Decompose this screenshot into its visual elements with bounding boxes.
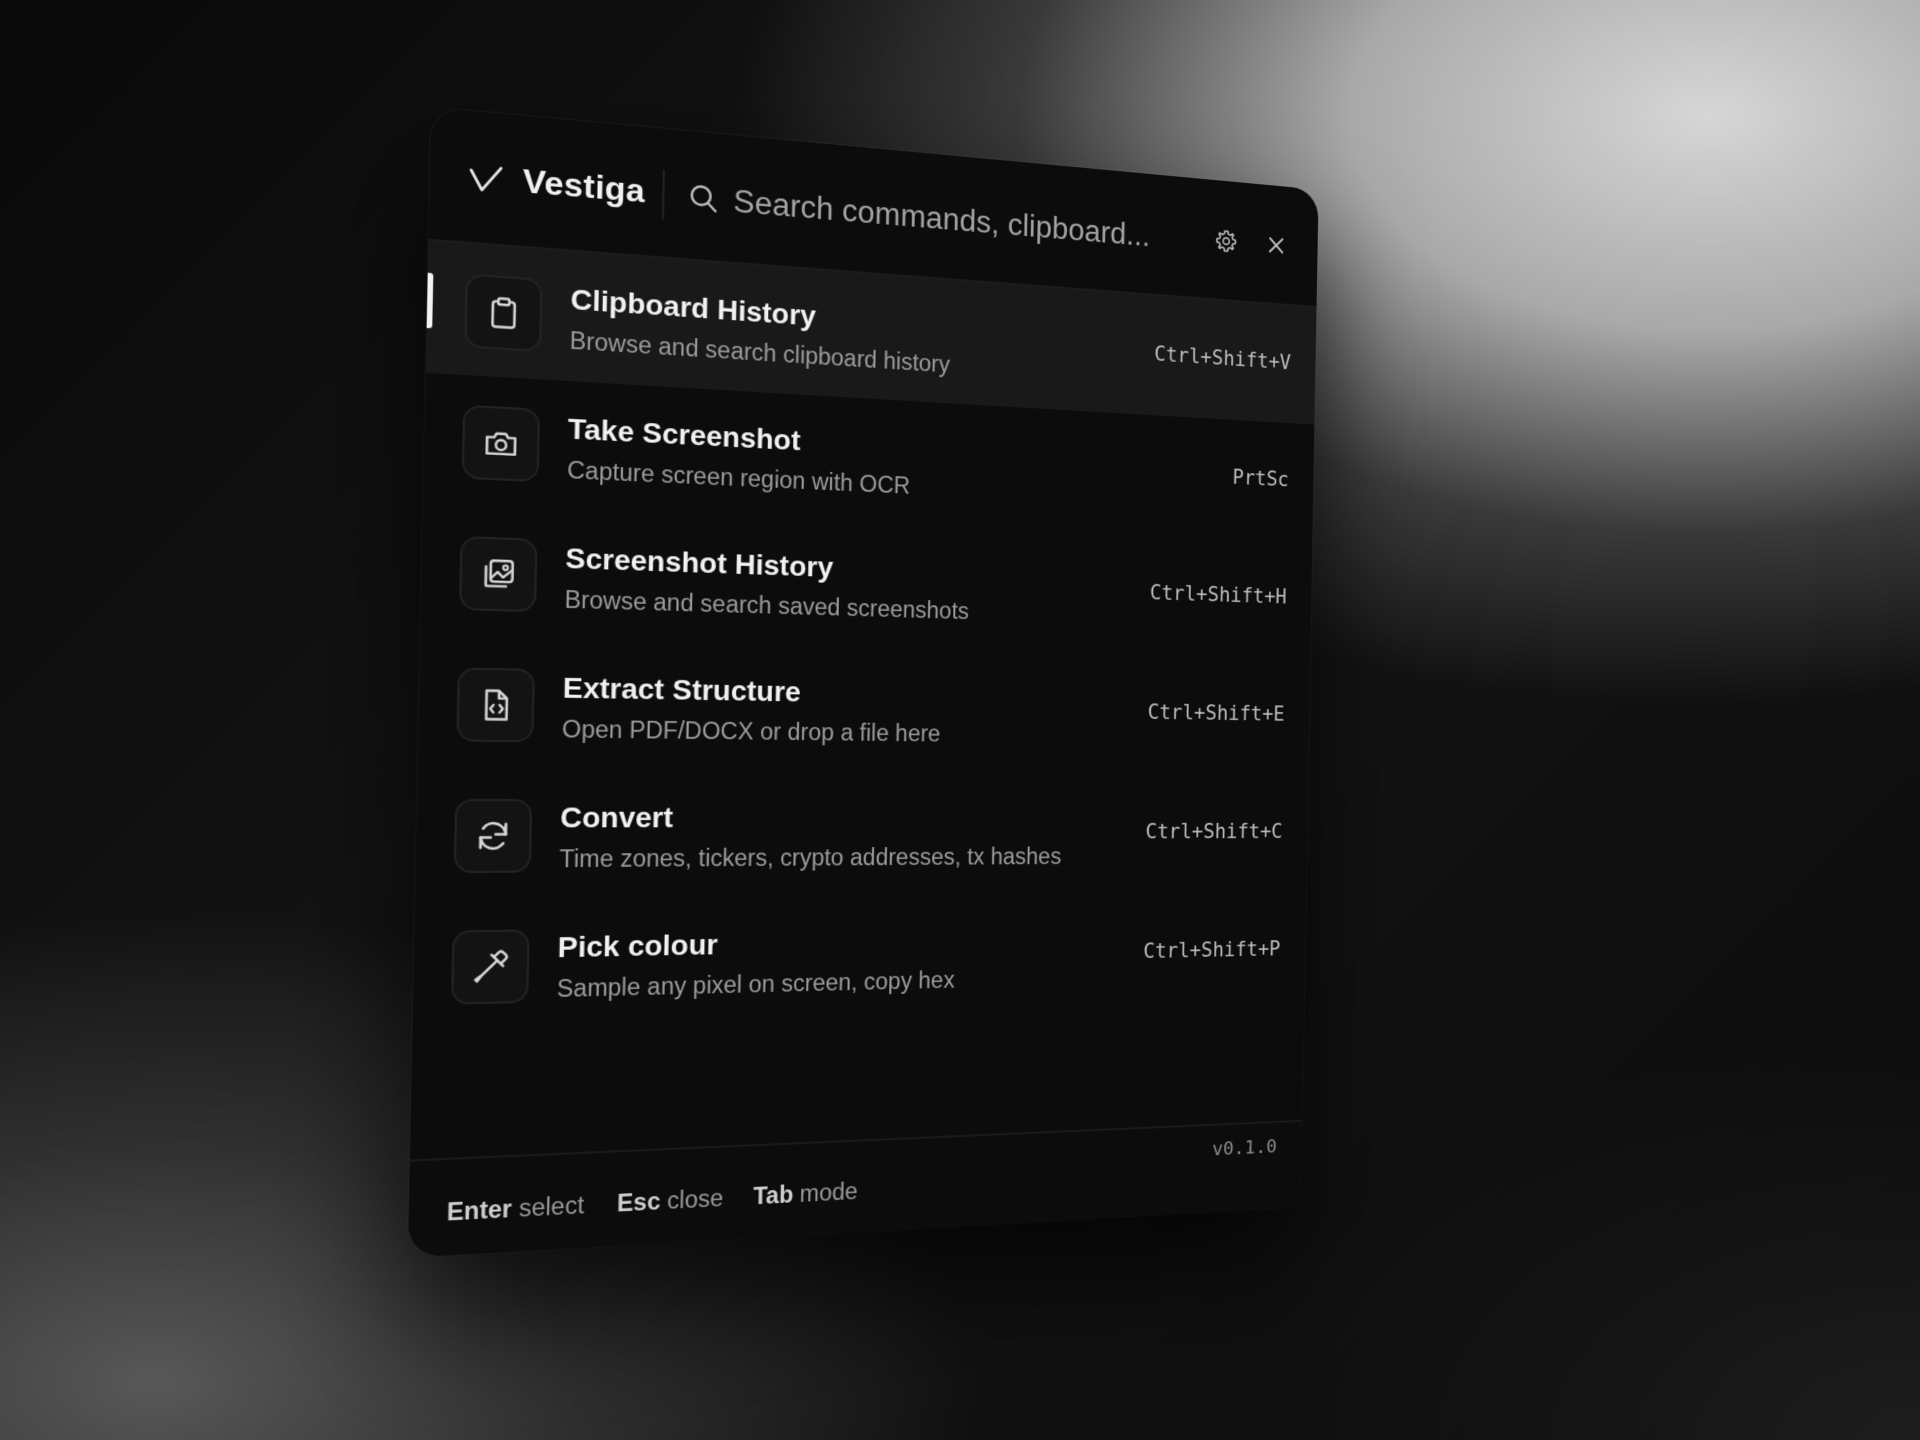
command-title: Extract Structure	[562, 671, 802, 708]
hint-key: Tab	[752, 1180, 794, 1210]
command-title: Convert	[559, 801, 674, 834]
command-shortcut: Ctrl+Shift+V	[1154, 342, 1292, 375]
command-description: Sample any pixel on screen, copy hex	[556, 966, 955, 1003]
app-name: Vestiga	[522, 161, 646, 210]
camera-icon	[461, 404, 541, 483]
command-description: Open PDF/DOCX or drop a file here	[561, 715, 941, 747]
command-title: Pick colour	[557, 928, 719, 964]
hint-action: close	[666, 1184, 724, 1215]
hint-esc: Esc close	[617, 1184, 724, 1217]
search-icon	[687, 181, 719, 214]
command-extract-structure[interactable]: Extract Structure Open PDF/DOCX or drop …	[418, 637, 1311, 775]
command-description: Capture screen region with OCR	[566, 456, 911, 499]
launcher-window: Vestiga Search commands, clipboard... Cl…	[407, 106, 1319, 1258]
command-description: Browse and search saved screenshots	[564, 585, 970, 625]
command-convert[interactable]: Convert Time zones, tickers, crypto addr…	[415, 769, 1308, 901]
command-description: Browse and search clipboard history	[569, 326, 951, 378]
command-title: Screenshot History	[565, 541, 834, 584]
version-label: v0.1.0	[1211, 1134, 1278, 1161]
command-shortcut: Ctrl+Shift+C	[1145, 819, 1283, 844]
settings-button[interactable]	[1211, 226, 1242, 261]
command-shortcut: PrtSc	[1232, 465, 1290, 492]
command-list: Clipboard History Browse and search clip…	[412, 240, 1317, 1034]
command-description: Time zones, tickers, crypto addresses, t…	[559, 843, 1062, 873]
eyedropper-icon	[450, 929, 530, 1005]
backdrop: Vestiga Search commands, clipboard... Cl…	[0, 0, 1920, 1440]
hint-key: Esc	[616, 1187, 661, 1217]
gear-icon	[1214, 227, 1238, 258]
launcher-footer: Enter select Esc close Tab mode v0.1.0	[407, 1119, 1303, 1258]
header-divider	[661, 169, 665, 220]
command-shortcut: Ctrl+Shift+H	[1149, 580, 1287, 609]
hint-key: Enter	[446, 1194, 513, 1226]
close-button[interactable]	[1261, 230, 1292, 265]
image-stack-icon	[458, 535, 538, 613]
clipboard-icon	[464, 273, 543, 353]
hint-action: select	[518, 1191, 585, 1222]
hint-action: mode	[799, 1177, 858, 1208]
file-code-icon	[456, 667, 535, 743]
command-shortcut: Ctrl+Shift+E	[1147, 700, 1285, 726]
command-shortcut: Ctrl+Shift+P	[1143, 937, 1281, 963]
vestiga-logo-icon	[467, 161, 505, 200]
command-pick-colour[interactable]: Pick colour Sample any pixel on screen, …	[412, 892, 1306, 1034]
command-title: Clipboard History	[570, 282, 817, 332]
refresh-icon	[453, 798, 533, 874]
hint-enter: Enter select	[447, 1191, 585, 1227]
search-input[interactable]	[732, 174, 1253, 271]
close-icon	[1266, 234, 1286, 261]
hint-tab: Tab mode	[753, 1178, 858, 1211]
command-title: Take Screenshot	[567, 412, 801, 457]
